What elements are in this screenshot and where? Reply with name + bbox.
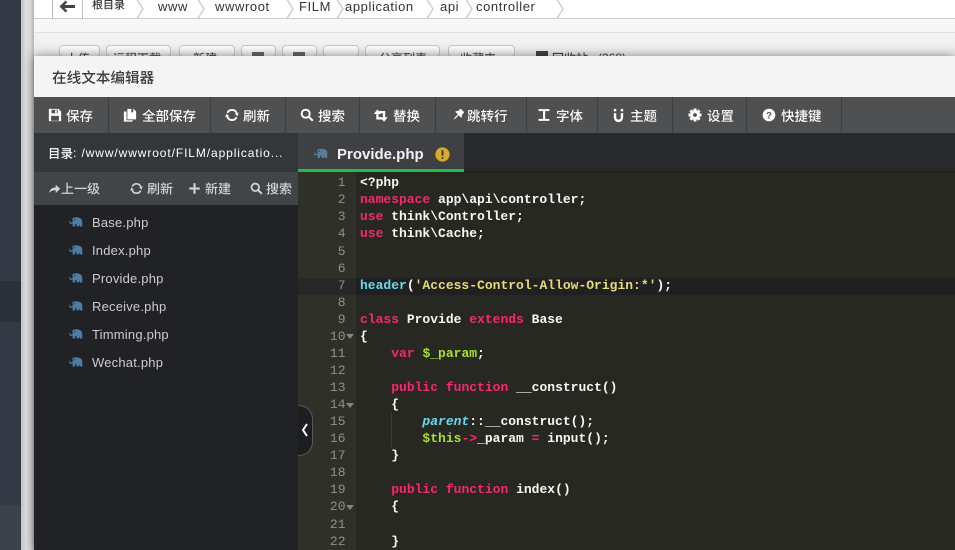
svg-text:?: ?	[766, 111, 772, 122]
